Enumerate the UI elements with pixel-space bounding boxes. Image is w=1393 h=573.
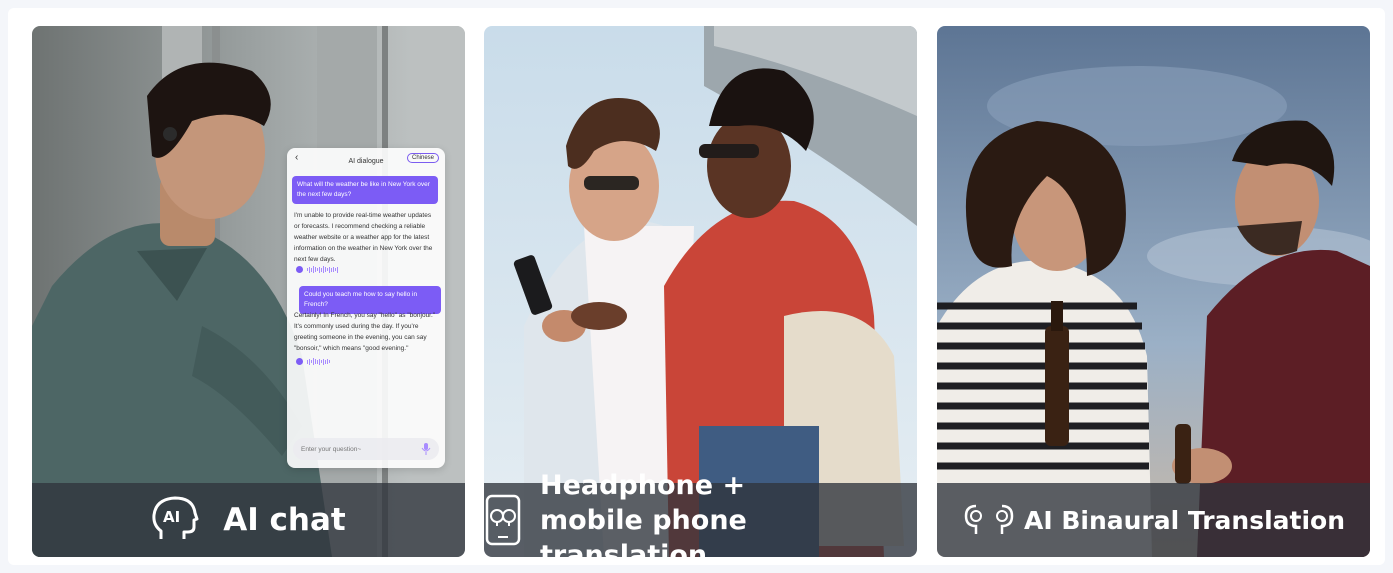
card-ai-chat[interactable]: ‹ AI dialogue Chinese What will the weat… [32, 26, 465, 557]
bot-message: Certainly! In French, you say "hello" as… [294, 312, 436, 352]
caption-bar: AI Binaural Translation [937, 483, 1370, 557]
binaural-earbuds-icon [962, 502, 1016, 538]
caption-title: Headphone + mobile phone translation [540, 468, 917, 558]
ai-head-icon: AI [151, 495, 203, 545]
binaural-translation-photo [937, 26, 1370, 557]
caption-line-1: Headphone + [540, 469, 746, 501]
microphone-icon[interactable] [421, 443, 431, 455]
card-phone-translation[interactable]: Headphone + mobile phone translation [484, 26, 917, 557]
bot-message: I'm unable to provide real-time weather … [294, 212, 433, 263]
play-icon[interactable] [296, 266, 303, 273]
caption-line-2: mobile phone translation [540, 504, 747, 558]
caption-title: AI chat [223, 502, 346, 538]
play-icon[interactable] [296, 358, 303, 365]
caption-bar: Headphone + mobile phone translation [484, 470, 917, 557]
ai-dialogue-phone-screen: ‹ AI dialogue Chinese What will the weat… [287, 148, 445, 468]
question-input[interactable]: Enter your question~ [293, 438, 439, 460]
phone-earbuds-icon [484, 494, 522, 546]
voice-playback[interactable] [296, 266, 338, 273]
language-selector[interactable]: Chinese [406, 153, 439, 163]
voice-playback[interactable] [296, 358, 330, 365]
question-input-placeholder: Enter your question~ [301, 445, 362, 453]
waveform-icon [307, 266, 338, 273]
caption-bar: AI AI chat [32, 483, 465, 557]
waveform-icon [307, 358, 330, 365]
svg-text:AI: AI [163, 508, 180, 526]
user-message: What will the weather be like in New Yor… [292, 176, 438, 204]
card-binaural-translation[interactable]: AI Binaural Translation [937, 26, 1370, 557]
caption-title: AI Binaural Translation [1023, 505, 1346, 535]
